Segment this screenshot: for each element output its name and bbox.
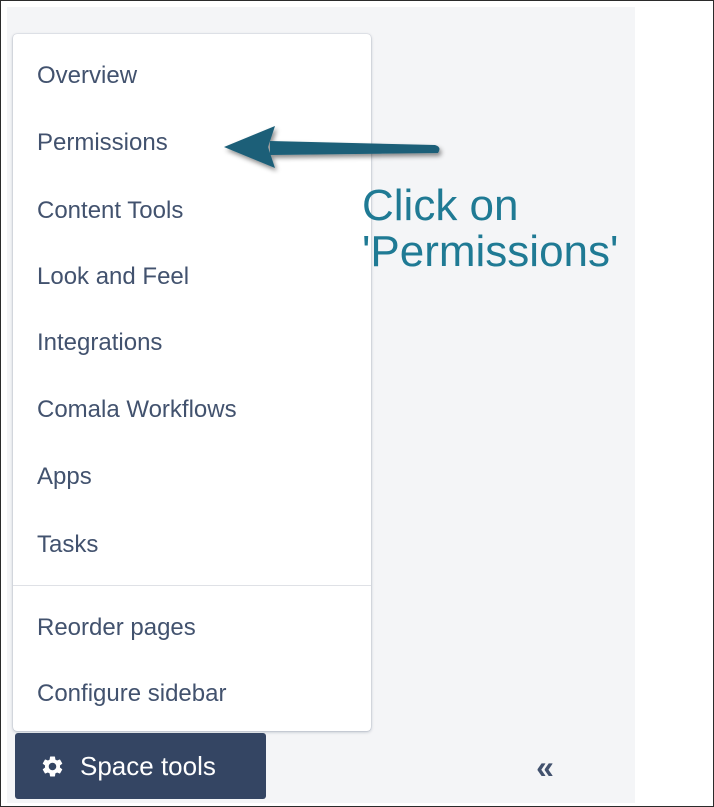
- menu-item-overview[interactable]: Overview: [37, 61, 137, 91]
- gear-icon: [40, 754, 65, 779]
- double-chevron-left-icon[interactable]: «: [530, 751, 560, 783]
- space-tools-label: Space tools: [80, 750, 216, 781]
- menu-item-look-and-feel[interactable]: Look and Feel: [37, 262, 189, 292]
- annotation-line-1: Click on: [362, 181, 519, 230]
- arrow-left-icon: [224, 126, 440, 168]
- menu-item-reorder-pages[interactable]: Reorder pages: [37, 613, 196, 643]
- menu-item-tasks[interactable]: Tasks: [37, 530, 98, 560]
- menu-item-integrations[interactable]: Integrations: [37, 328, 162, 358]
- menu-divider: [13, 585, 371, 586]
- space-tools-button[interactable]: Space tools: [15, 733, 266, 799]
- annotation-line-2: 'Permissions': [362, 227, 619, 276]
- menu-item-apps[interactable]: Apps: [37, 462, 92, 492]
- annotation-callout: Click on 'Permissions': [362, 183, 618, 275]
- menu-item-content-tools[interactable]: Content Tools: [37, 196, 183, 226]
- menu-item-permissions[interactable]: Permissions: [37, 128, 168, 158]
- menu-item-comala-workflows[interactable]: Comala Workflows: [37, 395, 237, 425]
- menu-item-configure-sidebar[interactable]: Configure sidebar: [37, 679, 226, 709]
